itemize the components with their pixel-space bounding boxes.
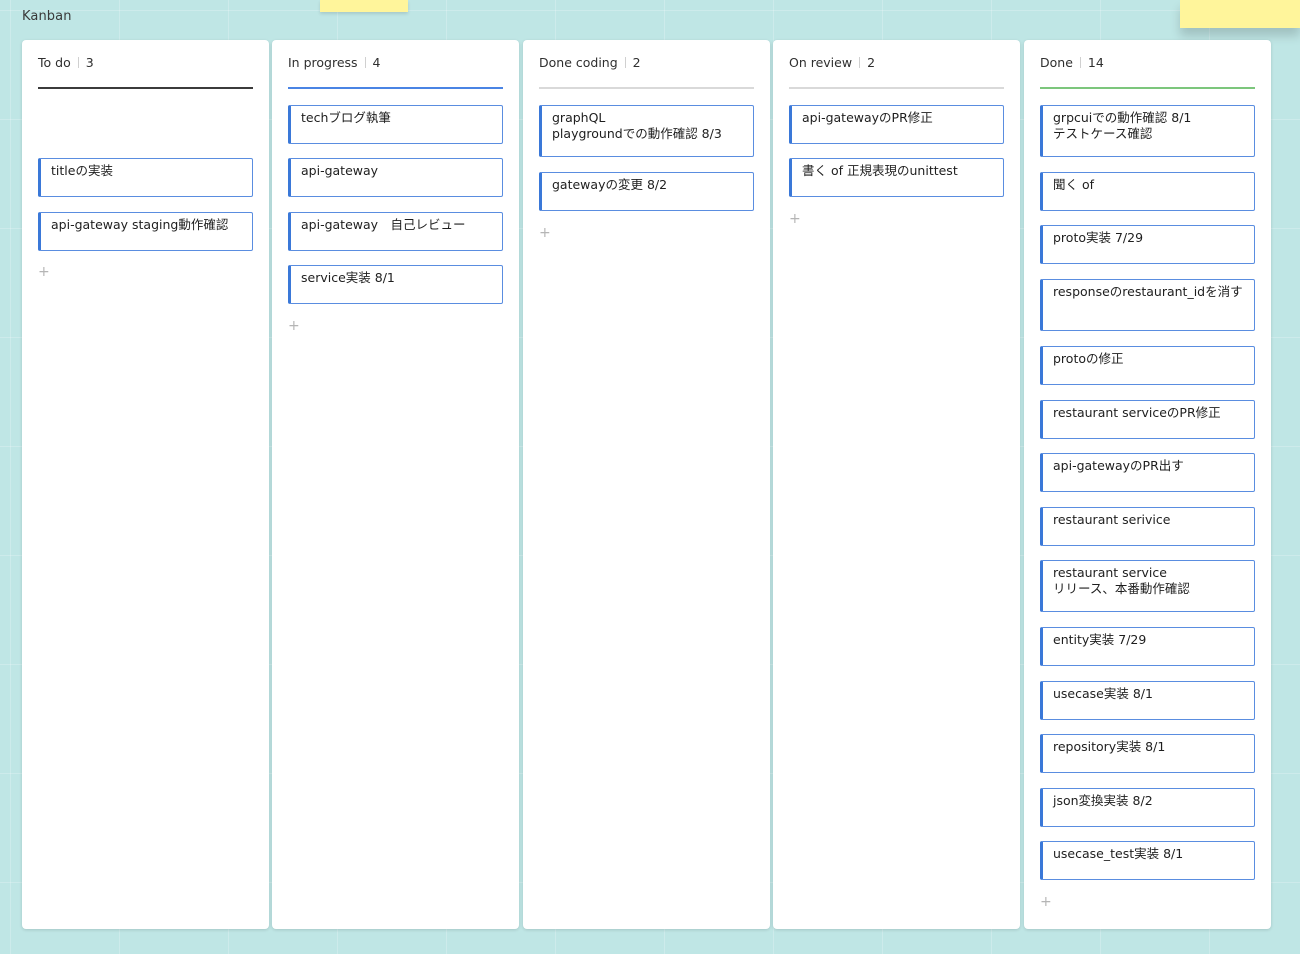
- column-count: 3: [85, 55, 94, 70]
- column-on-review: On review 2 api-gatewayのPR修正 書く of 正規表現のu…: [773, 40, 1020, 929]
- kanban-card[interactable]: 書く of 正規表現のunittest: [789, 158, 1004, 197]
- column-header[interactable]: Done coding 2: [539, 56, 754, 70]
- card-text: protoの修正: [1053, 351, 1124, 366]
- column-title: Done: [1040, 55, 1073, 70]
- kanban-card[interactable]: api-gateway 自己レビュー: [288, 212, 503, 251]
- column-header[interactable]: To do 3: [38, 56, 253, 70]
- kanban-card[interactable]: protoの修正: [1040, 346, 1255, 385]
- column-rule: [288, 87, 503, 89]
- card-text: responseのrestaurant_idを消す: [1053, 284, 1243, 299]
- column-divider: [624, 57, 626, 68]
- column-count: 2: [632, 55, 641, 70]
- board-title: Kanban: [22, 9, 72, 24]
- column-in-progress: In progress 4 techブログ執筆 api-gateway api-g…: [272, 40, 519, 929]
- sticky-note[interactable]: [320, 0, 408, 12]
- column-rule: [38, 87, 253, 89]
- column-divider: [859, 57, 861, 68]
- kanban-card[interactable]: json変換実装 8/2: [1040, 788, 1255, 827]
- card-text: restaurant serviceのPR修正: [1053, 405, 1221, 420]
- column-divider: [1079, 57, 1081, 68]
- sticky-note[interactable]: [1180, 0, 1300, 28]
- column-count: 14: [1087, 55, 1104, 70]
- column-todo: To do 3 titleの実装 api-gateway staging動作確認 …: [22, 40, 269, 929]
- card-text: api-gatewayのPR出す: [1053, 458, 1184, 473]
- card-text: api-gatewayのPR修正: [802, 110, 933, 125]
- card-text: gatewayの変更 8/2: [552, 177, 668, 192]
- card-text: graphQL playgroundでの動作確認 8/3: [552, 110, 722, 141]
- column-title: Done coding: [539, 55, 618, 70]
- kanban-card[interactable]: repository実装 8/1: [1040, 734, 1255, 773]
- card-text: 書く of 正規表現のunittest: [802, 163, 958, 178]
- kanban-card[interactable]: restaurant serivice: [1040, 507, 1255, 546]
- column-header[interactable]: In progress 4: [288, 56, 503, 70]
- kanban-card[interactable]: entity実装 7/29: [1040, 627, 1255, 666]
- kanban-card[interactable]: api-gatewayのPR出す: [1040, 453, 1255, 492]
- add-card-button[interactable]: +: [38, 264, 58, 280]
- kanban-card[interactable]: gatewayの変更 8/2: [539, 172, 754, 211]
- add-card-button[interactable]: +: [789, 211, 809, 227]
- column-count: 4: [372, 55, 381, 70]
- column-done-coding: Done coding 2 graphQL playgroundでの動作確認 8/…: [523, 40, 770, 929]
- column-header[interactable]: Done 14: [1040, 56, 1255, 70]
- column-rule: [539, 87, 754, 89]
- kanban-card[interactable]: usecase実装 8/1: [1040, 681, 1255, 720]
- column-divider: [364, 57, 366, 68]
- card-text: usecase実装 8/1: [1053, 686, 1153, 701]
- column-divider: [77, 57, 79, 68]
- column-count: 2: [867, 55, 876, 70]
- kanban-card[interactable]: restaurant service リリース、本番動作確認: [1040, 560, 1255, 612]
- kanban-card[interactable]: proto実装 7/29: [1040, 225, 1255, 264]
- card-text: repository実装 8/1: [1053, 739, 1166, 754]
- kanban-card[interactable]: titleの実装: [38, 158, 253, 197]
- kanban-card[interactable]: api-gatewayのPR修正: [789, 105, 1004, 144]
- kanban-board: To do 3 titleの実装 api-gateway staging動作確認 …: [22, 40, 1272, 930]
- add-card-button[interactable]: +: [539, 225, 559, 241]
- kanban-card[interactable]: usecase_test実装 8/1: [1040, 841, 1255, 880]
- card-text: 聞く of: [1053, 177, 1095, 192]
- column-header[interactable]: On review 2: [789, 56, 1004, 70]
- add-card-button[interactable]: +: [288, 318, 308, 334]
- card-text: api-gateway 自己レビュー: [301, 217, 466, 232]
- card-text: restaurant service リリース、本番動作確認: [1053, 565, 1190, 596]
- column-rule: [1040, 87, 1255, 89]
- column-title: In progress: [288, 55, 358, 70]
- kanban-card[interactable]: api-gateway: [288, 158, 503, 197]
- column-rule: [789, 87, 1004, 89]
- kanban-card[interactable]: service実装 8/1: [288, 265, 503, 304]
- kanban-card[interactable]: graphQL playgroundでの動作確認 8/3: [539, 105, 754, 157]
- kanban-card[interactable]: grpcuiでの動作確認 8/1 テストケース確認: [1040, 105, 1255, 157]
- kanban-card[interactable]: techブログ執筆: [288, 105, 503, 144]
- column-done: Done 14 grpcuiでの動作確認 8/1 テストケース確認 聞く of p…: [1024, 40, 1271, 929]
- column-title: On review: [789, 55, 853, 70]
- card-text: service実装 8/1: [301, 270, 395, 285]
- kanban-card[interactable]: 聞く of: [1040, 172, 1255, 211]
- kanban-card[interactable]: responseのrestaurant_idを消す: [1040, 279, 1255, 331]
- card-text: api-gateway staging動作確認: [51, 217, 229, 232]
- card-text: entity実装 7/29: [1053, 632, 1147, 647]
- card-text: titleの実装: [51, 163, 113, 178]
- card-text: api-gateway: [301, 163, 379, 178]
- column-title: To do: [38, 55, 71, 70]
- card-text: proto実装 7/29: [1053, 230, 1144, 245]
- kanban-card[interactable]: restaurant serviceのPR修正: [1040, 400, 1255, 439]
- add-card-button[interactable]: +: [1040, 894, 1060, 910]
- card-text: restaurant serivice: [1053, 512, 1171, 527]
- card-text: usecase_test実装 8/1: [1053, 846, 1184, 861]
- card-text: grpcuiでの動作確認 8/1 テストケース確認: [1053, 110, 1192, 141]
- card-text: techブログ執筆: [301, 110, 391, 125]
- kanban-card[interactable]: api-gateway staging動作確認: [38, 212, 253, 251]
- card-text: json変換実装 8/2: [1053, 793, 1153, 808]
